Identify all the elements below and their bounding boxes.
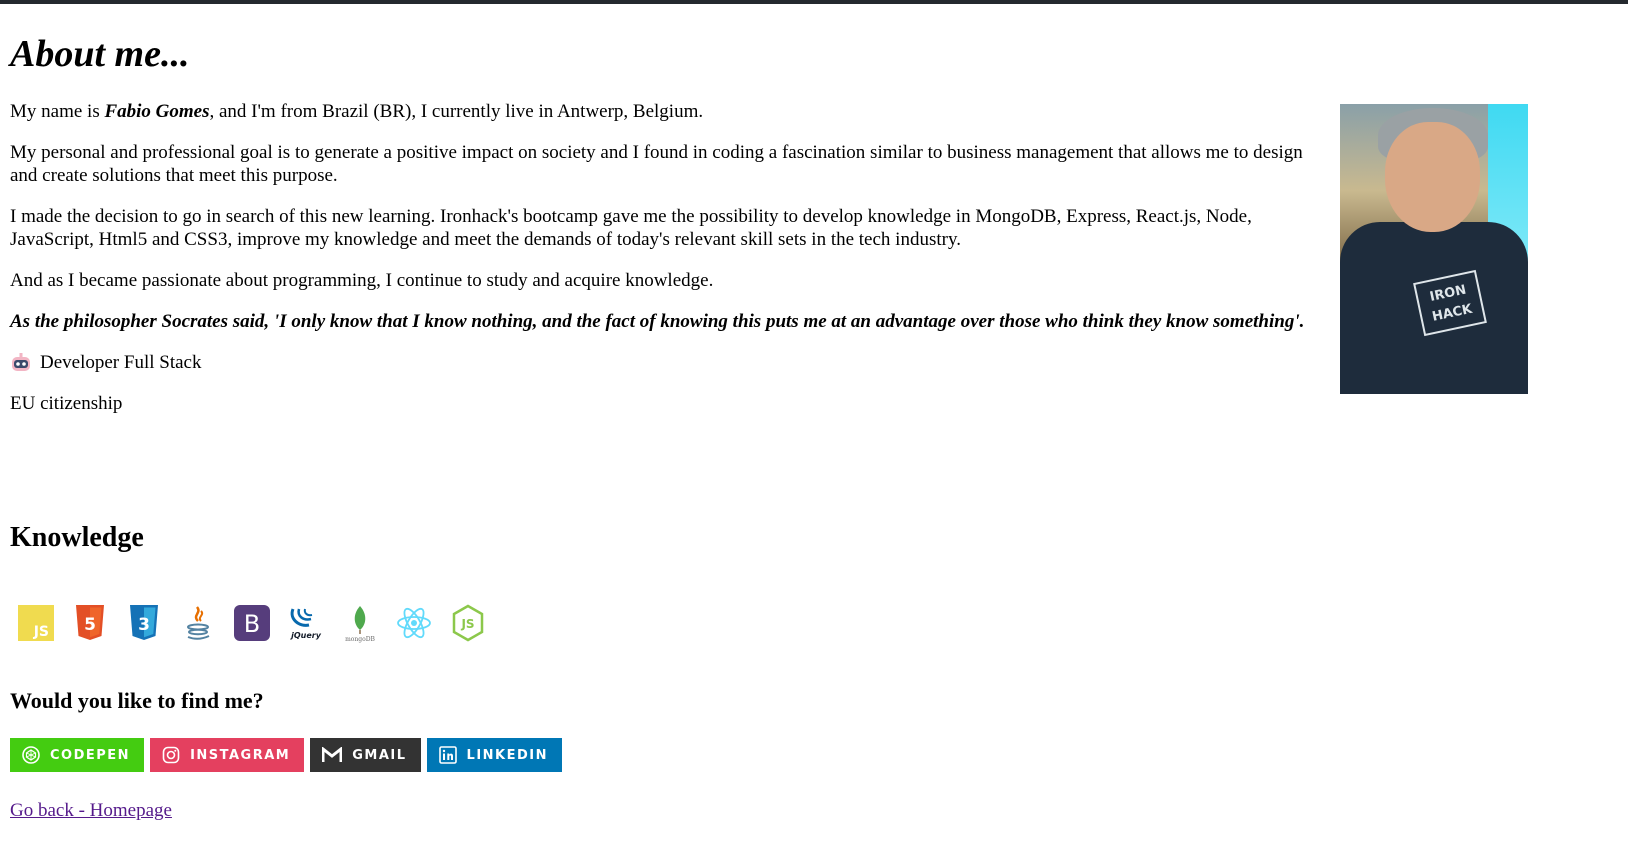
bootcamp-paragraph: I made the decision to go in search of t… (10, 206, 1252, 250)
goal-paragraph: My personal and professional goal is to … (10, 142, 1303, 186)
svg-text:mongoDB: mongoDB (345, 636, 375, 643)
css3-icon: 3 (124, 603, 164, 643)
javascript-icon: JS (16, 603, 56, 643)
social-badges: CODEPEN INSTAGRAM GMAIL LINKEDIN (10, 738, 563, 772)
intro-prefix: My name is (10, 101, 105, 122)
author-name: Fabio Gomes (104, 101, 210, 122)
linkedin-button[interactable]: LINKEDIN (426, 738, 563, 772)
svg-text:jQuery: jQuery (289, 631, 322, 640)
svg-text:JS: JS (33, 624, 49, 640)
intro-paragraph: My name is Fabio Gomes, and I'm from Bra… (10, 100, 1305, 123)
bio: My name is Fabio Gomes, and I'm from Bra… (10, 100, 1305, 433)
socrates-quote: As the philosopher Socrates said, 'I onl… (10, 311, 1305, 332)
instagram-label: INSTAGRAM (190, 747, 291, 763)
linkedin-label: LINKEDIN (466, 747, 549, 763)
svg-text:5: 5 (84, 615, 96, 635)
gmail-icon (322, 747, 343, 762)
intro-suffix: , and I'm from Brazil (BR), I currently … (209, 101, 704, 122)
html5-icon: 5 (70, 603, 110, 643)
instagram-button[interactable]: INSTAGRAM (150, 738, 305, 772)
nodejs-icon: JS (448, 603, 488, 643)
codepen-button[interactable]: CODEPEN (10, 738, 145, 772)
find-me-heading: Would you like to find me? (10, 688, 264, 713)
passion-paragraph: And as I became passionate about program… (10, 270, 714, 291)
bootstrap-icon: B (232, 603, 272, 643)
instagram-icon (162, 746, 180, 764)
role-line: Developer Full Stack (10, 351, 1305, 374)
top-border (0, 0, 1628, 4)
robot-icon (12, 352, 30, 371)
mongodb-icon: mongoDB (340, 603, 380, 643)
gmail-label: GMAIL (352, 747, 407, 763)
codepen-label: CODEPEN (50, 747, 131, 763)
codepen-icon (22, 746, 40, 764)
role-text: Developer Full Stack (40, 352, 202, 373)
jquery-icon: jQuery (286, 603, 326, 643)
svg-text:3: 3 (138, 615, 150, 635)
citizenship: EU citizenship (10, 393, 123, 414)
svg-text:JS: JS (460, 617, 474, 631)
back-to-homepage-link[interactable]: Go back - Homepage (10, 800, 172, 822)
react-icon (394, 603, 434, 643)
gmail-button[interactable]: GMAIL (310, 738, 421, 772)
profile-photo: IRON HACK (1340, 104, 1528, 394)
svg-text:B: B (244, 610, 260, 638)
linkedin-icon (438, 746, 457, 764)
photo-face (1385, 122, 1480, 232)
java-icon (178, 603, 218, 643)
skills-list: JS 5 3 B jQuery mongoDB JS (16, 603, 502, 643)
knowledge-heading: Knowledge (10, 522, 144, 553)
page-title: About me... (10, 33, 190, 75)
